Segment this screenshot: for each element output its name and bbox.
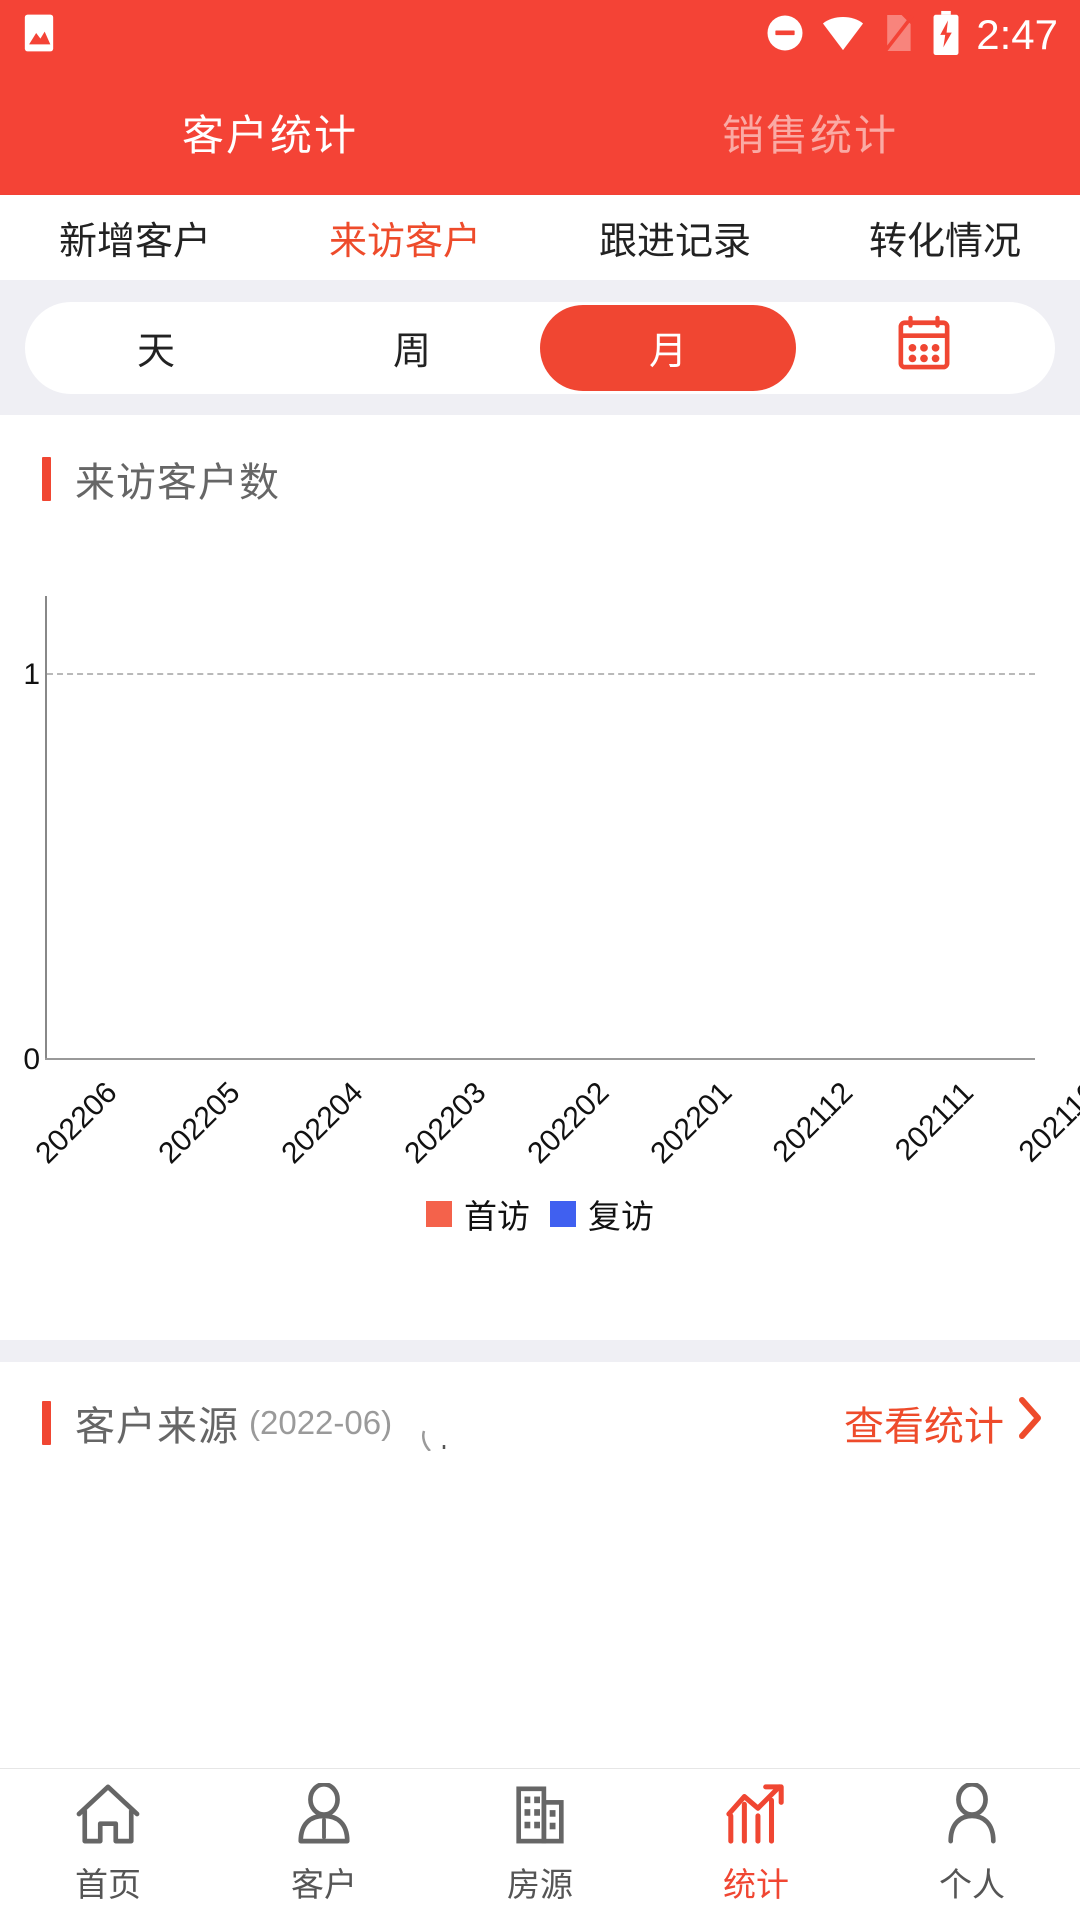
nav-label-home: 首页 (75, 1866, 141, 1903)
view-statistics-label: 查看统计 (844, 1405, 1004, 1449)
subtab-follow-up-records[interactable]: 跟进记录 (540, 210, 810, 265)
accent-bar (42, 1401, 51, 1445)
user-icon (293, 1782, 355, 1850)
header-tab-sales-stats[interactable]: 销售统计 (540, 102, 1080, 163)
chart-card-header: 来访客户数 (0, 415, 1080, 508)
nav-item-personal[interactable]: 个人 (864, 1782, 1080, 1906)
y-tick-1: 1 (23, 658, 40, 691)
do-not-disturb-icon (764, 12, 806, 59)
x-tick-6: 202112 (766, 1076, 860, 1169)
header-tabbar: 客户统计 销售统计 (0, 70, 1080, 195)
bottom-navigation: 首页 客户 房源 统计 个人 (0, 1768, 1080, 1920)
person-icon (941, 1782, 1003, 1850)
customer-source-title: 客户来源 (75, 1405, 239, 1449)
x-tick-1: 202205 (152, 1076, 247, 1171)
legend-swatch-first-visit (426, 1201, 452, 1227)
nav-item-home[interactable]: 首页 (0, 1783, 216, 1906)
battery-charging-icon (930, 10, 962, 61)
period-segment: 天 周 月 (25, 301, 1055, 394)
nav-label-statistics: 统计 (723, 1866, 789, 1903)
status-bar-left (22, 13, 56, 58)
home-icon (75, 1783, 141, 1850)
legend-item-first-visit: 首访 (426, 1190, 530, 1238)
visiting-customers-chart-card: 来访客户数 1 0 202206 202205 202204 202203 20… (0, 415, 1080, 1340)
segment-option-calendar[interactable] (796, 305, 1052, 391)
x-tick-0: 202206 (29, 1076, 124, 1171)
x-tick-4: 202202 (521, 1076, 616, 1171)
accent-bar (42, 457, 51, 501)
pie-chart-legend-stub (404, 1405, 464, 1451)
status-bar-right: 2:47 (764, 10, 1058, 61)
x-tick-7: 202111 (889, 1076, 980, 1167)
legend-label-repeat-visit: 复访 (588, 1198, 654, 1235)
y-axis-line (45, 596, 47, 1058)
period-segment-wrapper: 天 周 月 (0, 280, 1080, 415)
nav-label-house: 房源 (507, 1866, 573, 1903)
nav-item-house[interactable]: 房源 (432, 1783, 648, 1906)
chevron-right-icon (1018, 1396, 1044, 1450)
legend-item-repeat-visit: 复访 (550, 1190, 654, 1238)
customer-source-period: (2022-06) (249, 1404, 393, 1441)
sub-tabbar: 新增客户 来访客户 跟进记录 转化情况 (0, 195, 1080, 280)
legend-label-first-visit: 首访 (464, 1198, 530, 1235)
x-tick-5: 202201 (644, 1076, 739, 1171)
x-tick-2: 202204 (275, 1076, 370, 1171)
no-sim-icon (880, 11, 916, 60)
gridline-1 (47, 673, 1035, 675)
customer-source-card: 客户来源 (2022-06) 查看统计 (0, 1362, 1080, 1820)
chart-card-title: 来访客户数 (75, 461, 280, 505)
app-root: 2:47 客户统计 销售统计 新增客户 来访客户 跟进记录 转化情况 天 周 月 (0, 0, 1080, 1920)
segment-option-week[interactable]: 周 (284, 305, 540, 391)
subtab-conversion[interactable]: 转化情况 (810, 210, 1080, 265)
bar-chart-plot: 1 0 202206 202205 202204 202203 202202 2… (0, 518, 1080, 1238)
chart-legend: 首访 复访 (0, 1190, 1080, 1238)
header-tab-customer-stats[interactable]: 客户统计 (0, 102, 540, 163)
subtab-new-customers[interactable]: 新增客户 (0, 210, 270, 265)
status-bar: 2:47 (0, 0, 1080, 70)
chart-up-icon (722, 1783, 790, 1850)
status-bar-clock: 2:47 (976, 11, 1058, 58)
segment-option-day[interactable]: 天 (28, 305, 284, 391)
section-divider (0, 1340, 1080, 1362)
x-tick-8: 202110 (1012, 1076, 1080, 1169)
photo-icon (22, 13, 56, 58)
x-axis-ticks: 202206 202205 202204 202203 202202 20220… (0, 1066, 1080, 1196)
wifi-icon (820, 12, 866, 59)
nav-label-personal: 个人 (939, 1866, 1005, 1903)
view-statistics-link[interactable]: 查看统计 (844, 1394, 1044, 1452)
legend-swatch-repeat-visit (550, 1201, 576, 1227)
x-axis-line (45, 1058, 1035, 1060)
building-icon (509, 1783, 571, 1850)
subtab-visiting-customers[interactable]: 来访客户 (270, 210, 540, 265)
nav-item-statistics[interactable]: 统计 (648, 1783, 864, 1906)
x-tick-3: 202203 (398, 1076, 493, 1171)
segment-option-month[interactable]: 月 (540, 304, 796, 391)
calendar-icon (897, 315, 951, 381)
nav-item-customer[interactable]: 客户 (216, 1782, 432, 1906)
customer-source-header: 客户来源 (2022-06) 查看统计 (0, 1362, 1080, 1452)
nav-label-customer: 客户 (291, 1866, 357, 1903)
